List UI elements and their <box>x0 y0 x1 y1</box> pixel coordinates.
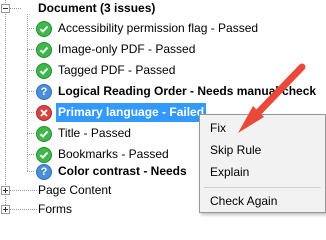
tree-guide-line <box>27 14 28 171</box>
tree-guide-line <box>5 0 6 209</box>
tree-node-page-content[interactable]: Page Content <box>38 181 111 200</box>
tree-guide-line <box>27 171 34 172</box>
check-label: Color contrast - Needs <box>58 164 187 178</box>
tree-guide-line <box>27 49 34 50</box>
document-node-label: Document (3 issues) <box>38 1 156 15</box>
tree-node-label: s <box>0 0 6 3</box>
menu-item-fix[interactable]: Fix <box>210 119 226 137</box>
check-icon <box>36 147 52 163</box>
tree-guide-line <box>27 70 34 71</box>
tree-guide-line <box>27 154 34 155</box>
check-icon <box>36 42 52 58</box>
check-label: Tagged PDF - Passed <box>58 63 176 77</box>
expand-toggle-icon[interactable] <box>1 186 10 195</box>
tree-guide-line <box>27 112 34 113</box>
tree-guide-line <box>27 28 34 29</box>
check-icon <box>36 21 52 37</box>
menu-separator <box>204 187 321 188</box>
menu-item-check-again[interactable]: Check Again <box>210 192 277 210</box>
tree-node-forms[interactable]: Forms <box>38 200 72 219</box>
check-label: Title - Passed <box>58 126 131 140</box>
menu-item-skip-rule[interactable]: Skip Rule <box>210 141 261 159</box>
check-label: Accessibility permission flag - Passed <box>58 21 259 35</box>
tree-node-label: Forms <box>38 202 72 216</box>
check-icon <box>36 126 52 142</box>
tree-node-label: Page Content <box>38 183 112 197</box>
check-label: Logical Reading Order - Needs manual che… <box>58 84 317 98</box>
check-label: Image-only PDF - Passed <box>58 42 196 56</box>
check-icon <box>36 63 52 79</box>
check-label-selected: Primary language - Failed <box>56 103 207 122</box>
context-menu: Fix Skip Rule Explain Check Again <box>199 114 326 213</box>
question-icon: ? <box>36 84 52 100</box>
collapse-toggle-icon[interactable] <box>1 4 10 13</box>
expand-toggle-icon[interactable] <box>1 205 10 214</box>
x-icon <box>36 105 52 121</box>
tree-guide-line <box>27 91 34 92</box>
tree-guide-line <box>27 133 34 134</box>
tree-node-document[interactable]: Document (3 issues) <box>38 0 155 18</box>
menu-item-explain[interactable]: Explain <box>210 163 249 181</box>
question-icon: ? <box>36 164 52 180</box>
